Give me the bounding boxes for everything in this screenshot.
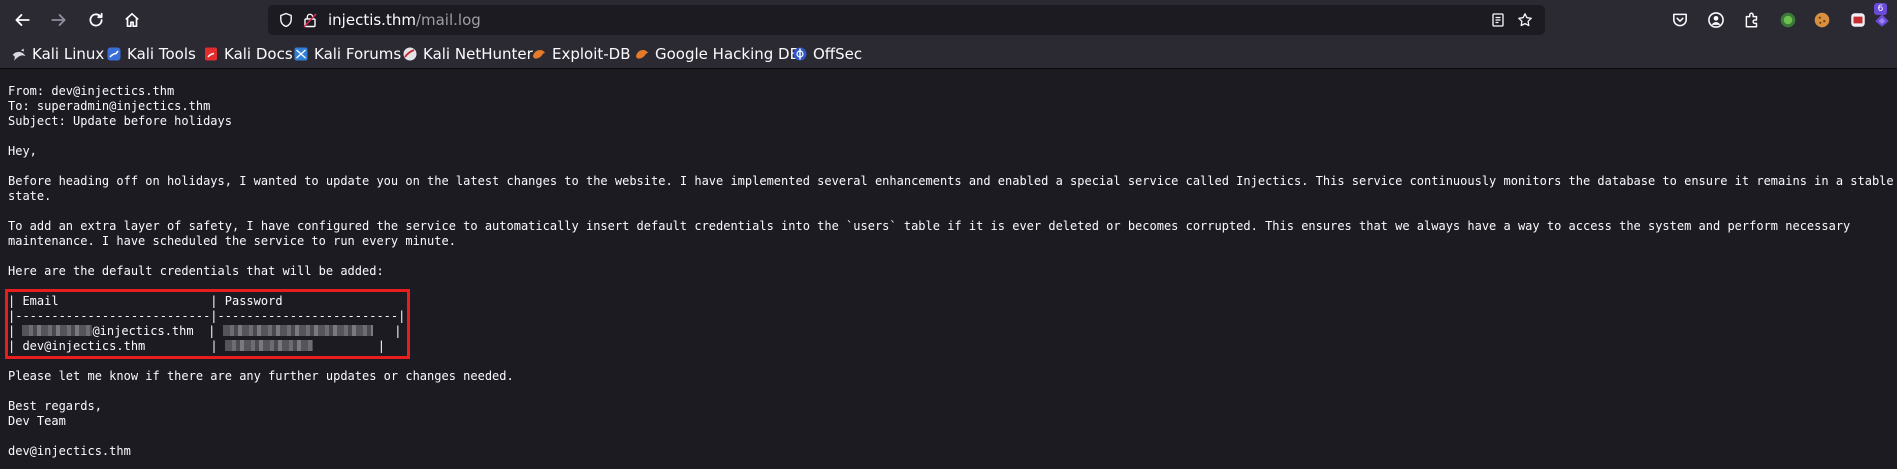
kali-tools-icon: [106, 46, 122, 62]
address-bar[interactable]: injectis.thm/mail.log: [268, 5, 1545, 35]
kali-forums-icon: [293, 46, 309, 62]
mail-team: Dev Team: [8, 414, 66, 428]
kali-dragon-icon: [11, 46, 27, 62]
mail-signature: dev@injectics.thm: [8, 444, 131, 458]
page-content: From: dev@injectics.thm To: superadmin@i…: [0, 70, 1897, 469]
url-path: /mail.log: [415, 11, 481, 29]
offsec-icon: [792, 46, 808, 62]
bookmark-kali-nethunter[interactable]: Kali NetHunter: [402, 44, 533, 64]
site-info-icon[interactable]: [301, 11, 319, 29]
mail-paragraph-1-line-2: state.: [8, 189, 52, 203]
foxyproxy-extension-icon[interactable]: [1848, 10, 1868, 30]
mail-from: From: dev@injectics.thm: [8, 84, 175, 98]
forward-button[interactable]: [45, 6, 73, 34]
tracking-protection-shield-icon[interactable]: [277, 11, 295, 29]
mail-subject: Subject: Update before holidays: [8, 114, 232, 128]
bookmark-google-hacking-db[interactable]: Google Hacking DB: [634, 44, 800, 64]
bookmark-star-icon[interactable]: [1516, 11, 1534, 29]
mail-regards: Best regards,: [8, 399, 102, 413]
mail-credentials-intro: Here are the default credentials that wi…: [8, 264, 384, 278]
browser-toolbar: injectis.thm/mail.log 6: [0, 0, 1897, 40]
reload-button[interactable]: [82, 6, 110, 34]
bookmark-label: Exploit-DB: [552, 45, 631, 63]
bookmarks-toolbar: Kali Linux Kali Tools Kali Docs Kali For…: [0, 40, 1897, 69]
bookmark-kali-linux[interactable]: Kali Linux: [11, 44, 104, 64]
mail-greeting: Hey,: [8, 144, 37, 158]
bookmark-kali-tools[interactable]: Kali Tools: [106, 44, 196, 64]
kali-nethunter-icon: [402, 46, 418, 62]
bookmark-kali-docs[interactable]: Kali Docs: [203, 44, 293, 64]
bookmark-label: Google Hacking DB: [655, 45, 800, 63]
forward-arrow-icon: [51, 14, 66, 26]
bookmark-label: Kali Tools: [127, 45, 196, 63]
notification-badge: 6: [1874, 3, 1887, 15]
bookmark-exploit-db[interactable]: Exploit-DB: [531, 44, 631, 64]
cookie-editor-extension-icon[interactable]: [1812, 10, 1832, 30]
mail-to: To: superadmin@injectics.thm: [8, 99, 211, 113]
mail-paragraph-1-line-1: Before heading off on holidays, I wanted…: [8, 174, 1894, 188]
url-text: injectis.thm/mail.log: [328, 11, 481, 29]
account-icon[interactable]: [1706, 10, 1726, 30]
reload-icon: [89, 12, 103, 27]
bookmark-label: Kali Docs: [224, 45, 293, 63]
kali-docs-icon: [203, 46, 219, 62]
extensions-puzzle-icon[interactable]: [1742, 10, 1762, 30]
back-button[interactable]: [8, 6, 36, 34]
wappalyzer-extension-icon[interactable]: [1778, 10, 1798, 30]
credentials-highlight-box: [5, 289, 410, 359]
bookmark-offsec[interactable]: OffSec: [792, 44, 862, 64]
back-arrow-icon: [15, 14, 30, 26]
home-button[interactable]: [118, 6, 146, 34]
url-host: injectis.thm: [328, 11, 416, 29]
mail-closing: Please let me know if there are any furt…: [8, 369, 514, 383]
mail-paragraph-2-line-1: To add an extra layer of safety, I have …: [8, 219, 1851, 233]
bookmark-label: OffSec: [813, 45, 863, 63]
bookmark-label: Kali NetHunter: [423, 45, 533, 63]
mail-paragraph-2-line-2: maintenance. I have scheduled the servic…: [8, 234, 456, 248]
home-icon: [125, 12, 139, 28]
reader-view-icon[interactable]: [1489, 11, 1507, 29]
pocket-icon[interactable]: [1670, 10, 1690, 30]
bookmark-label: Kali Linux: [32, 45, 105, 63]
bookmark-label: Kali Forums: [314, 45, 402, 63]
exploit-db-icon: [531, 46, 547, 62]
bookmark-kali-forums[interactable]: Kali Forums: [293, 44, 401, 64]
ghdb-icon: [634, 46, 650, 62]
